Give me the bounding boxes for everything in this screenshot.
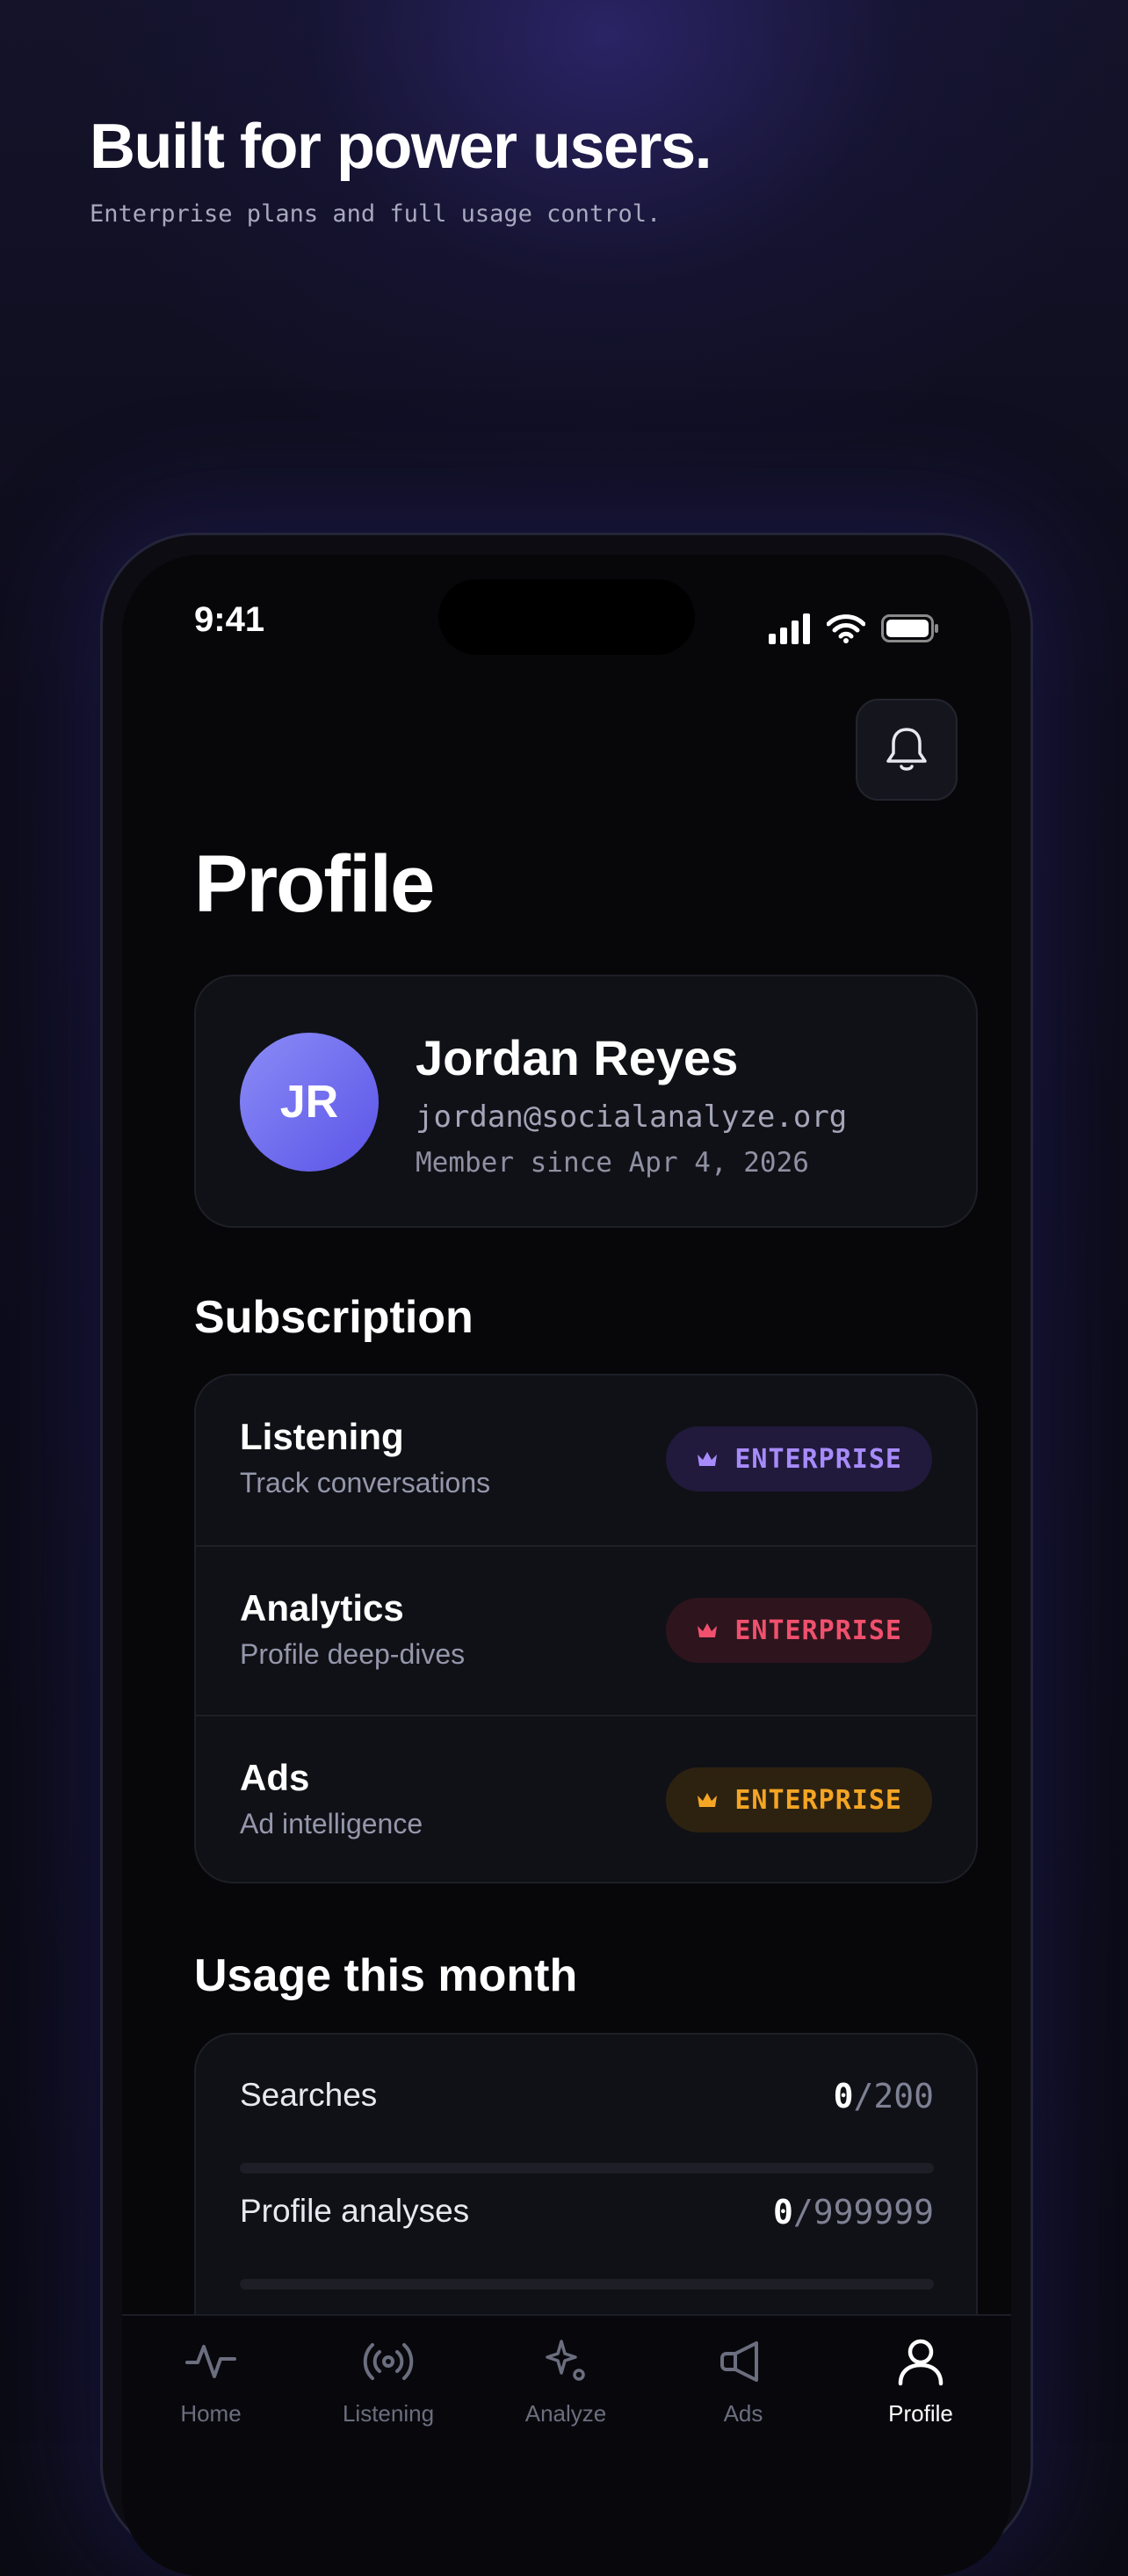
subscription-description: Track conversations bbox=[240, 1467, 491, 1498]
subscription-description: Ad intelligence bbox=[240, 1808, 423, 1839]
broadcast-icon bbox=[360, 2333, 416, 2390]
crown-icon bbox=[698, 1452, 718, 1466]
plan-badge-label: ENTERPRISE bbox=[734, 1615, 902, 1646]
usage-progress-bar bbox=[240, 2163, 934, 2173]
tab-label: Listening bbox=[342, 2400, 435, 2427]
tab-analyze[interactable]: Analyze bbox=[477, 2333, 654, 2427]
subscription-name: Ads bbox=[240, 1757, 310, 1798]
tab-profile[interactable]: Profile bbox=[832, 2333, 1009, 2427]
tab-label: Home bbox=[180, 2400, 242, 2427]
usage-progress-bar bbox=[240, 2279, 934, 2289]
subscription-row-listening[interactable]: Listening Track conversations ENTERPRISE bbox=[196, 1375, 976, 1545]
plan-badge-label: ENTERPRISE bbox=[734, 1784, 902, 1816]
user-icon bbox=[893, 2333, 949, 2390]
usage-used: 0 bbox=[833, 2077, 854, 2115]
user-name: Jordan Reyes bbox=[416, 1030, 739, 1085]
tab-listening[interactable]: Listening bbox=[300, 2333, 477, 2427]
usage-title: Usage this month bbox=[194, 1950, 578, 2001]
subscription-description: Profile deep-dives bbox=[240, 1638, 466, 1670]
crown-icon bbox=[698, 1793, 718, 1807]
profile-card[interactable]: JR Jordan Reyes jordan@socialanalyze.org… bbox=[194, 975, 978, 1228]
hero-title: Built for power users. bbox=[90, 112, 712, 182]
usage-label: Searches bbox=[240, 2077, 378, 2113]
plan-badge: ENTERPRISE bbox=[666, 1598, 932, 1663]
megaphone-icon bbox=[715, 2333, 771, 2390]
subscription-name: Analytics bbox=[240, 1587, 404, 1629]
notifications-button[interactable] bbox=[856, 699, 958, 801]
usage-label: Profile analyses bbox=[240, 2193, 470, 2229]
usage-value: 0/999999 bbox=[773, 2193, 934, 2231]
usage-used: 0 bbox=[772, 2193, 793, 2231]
plan-badge: ENTERPRISE bbox=[666, 1426, 932, 1491]
tab-label: Ads bbox=[723, 2400, 763, 2427]
page-title: Profile bbox=[194, 839, 435, 929]
bell-icon bbox=[886, 728, 927, 771]
subscription-title: Subscription bbox=[194, 1292, 474, 1343]
plan-badge-label: ENTERPRISE bbox=[734, 1443, 902, 1475]
status-time: 9:41 bbox=[194, 600, 265, 639]
user-email: jordan@socialanalyze.org bbox=[416, 1099, 848, 1135]
sparkle-icon bbox=[538, 2333, 594, 2390]
hero: Built for power users. Enterprise plans … bbox=[90, 107, 712, 232]
tab-ads[interactable]: Ads bbox=[654, 2333, 832, 2427]
subscription-name: Listening bbox=[240, 1416, 404, 1457]
dynamic-island bbox=[438, 579, 695, 655]
usage-limit: /200 bbox=[853, 2077, 934, 2115]
subscription-card: Listening Track conversations ENTERPRISE… bbox=[194, 1374, 978, 1883]
subscription-row-analytics[interactable]: Analytics Profile deep-dives ENTERPRISE bbox=[196, 1545, 976, 1716]
usage-limit: /999999 bbox=[792, 2193, 934, 2231]
phone-frame: 9:41 Profile JR Jordan Reyes jordan@soci… bbox=[100, 533, 1033, 2576]
avatar: JR bbox=[240, 1033, 379, 1172]
usage-value: 0/200 bbox=[834, 2077, 934, 2115]
wifi-icon bbox=[827, 614, 865, 643]
tab-bar: Home Listening Analyze Ads Profile bbox=[122, 2314, 1011, 2576]
tab-label: Analyze bbox=[524, 2400, 607, 2427]
tab-label: Profile bbox=[888, 2400, 953, 2427]
signal-icon bbox=[769, 613, 810, 644]
tab-home[interactable]: Home bbox=[122, 2333, 300, 2427]
status-icons bbox=[769, 613, 939, 644]
activity-icon bbox=[183, 2333, 239, 2390]
battery-icon bbox=[881, 614, 938, 642]
crown-icon bbox=[698, 1623, 718, 1637]
hero-subtitle: Enterprise plans and full usage control. bbox=[90, 200, 662, 228]
plan-badge: ENTERPRISE bbox=[666, 1767, 932, 1832]
member-since: Member since Apr 4, 2026 bbox=[416, 1147, 809, 1179]
phone-screen: 9:41 Profile JR Jordan Reyes jordan@soci… bbox=[122, 555, 1011, 2576]
subscription-row-ads[interactable]: Ads Ad intelligence ENTERPRISE bbox=[196, 1715, 976, 1886]
